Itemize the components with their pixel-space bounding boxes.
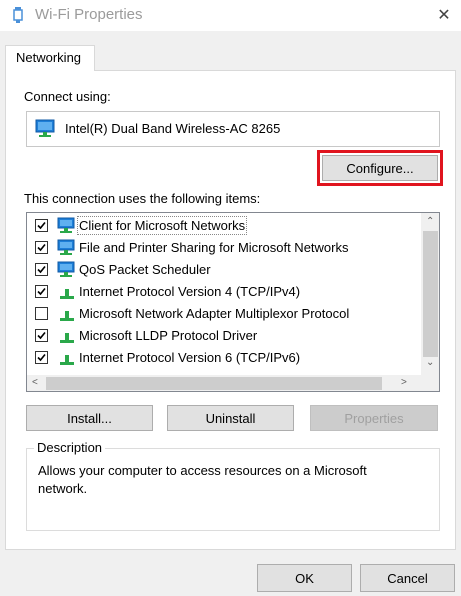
list-item[interactable]: Microsoft Network Adapter Multiplexor Pr… [27, 303, 421, 325]
scroll-left-icon[interactable]: < [32, 378, 38, 388]
horizontal-scroll-thumb[interactable] [46, 377, 382, 390]
protocol-icon [57, 305, 77, 323]
protocol-icon [57, 283, 77, 301]
items-list[interactable]: Client for Microsoft Networks File and Pr… [26, 212, 440, 392]
item-checkbox[interactable] [35, 307, 48, 320]
window-title: Wi-Fi Properties [35, 6, 143, 23]
list-item-label: Microsoft Network Adapter Multiplexor Pr… [79, 306, 350, 321]
protocol-icon [57, 327, 77, 345]
list-item[interactable]: Client for Microsoft Networks [27, 215, 421, 237]
properties-button[interactable]: Properties [310, 405, 438, 431]
item-checkbox[interactable] [35, 263, 48, 276]
scroll-down-icon[interactable]: ⌄ [426, 358, 434, 368]
scrollbar-corner [421, 375, 439, 391]
item-checkbox[interactable] [35, 351, 48, 364]
list-item[interactable]: QoS Packet Scheduler [27, 259, 421, 281]
protocol-icon [57, 349, 77, 367]
install-button[interactable]: Install... [26, 405, 153, 431]
item-checkbox[interactable] [35, 241, 48, 254]
title-bar[interactable]: Wi-Fi Properties ✕ [0, 0, 461, 31]
items-section-label: This connection uses the following items… [24, 191, 261, 206]
item-checkbox[interactable] [35, 329, 48, 342]
scroll-right-icon[interactable]: > [401, 378, 407, 388]
network-client-icon [57, 239, 77, 257]
vertical-scrollbar[interactable]: ⌃ ⌄ [421, 213, 439, 375]
list-item[interactable]: Internet Protocol Version 6 (TCP/IPv6) [27, 347, 421, 369]
cancel-button[interactable]: Cancel [360, 564, 455, 592]
list-item[interactable]: Internet Protocol Version 4 (TCP/IPv4) [27, 281, 421, 303]
network-adapter-icon [35, 119, 57, 142]
list-item-label: Microsoft LLDP Protocol Driver [79, 328, 258, 343]
list-item-label: Internet Protocol Version 6 (TCP/IPv6) [79, 350, 301, 365]
list-item-label: Client for Microsoft Networks [76, 216, 248, 235]
adapter-field: Intel(R) Dual Band Wireless-AC 8265 [26, 111, 440, 147]
close-icon[interactable]: ✕ [432, 4, 456, 26]
item-checkbox[interactable] [35, 219, 48, 232]
horizontal-scrollbar[interactable]: < > [27, 375, 421, 391]
network-client-icon [57, 261, 77, 279]
configure-button[interactable]: Configure... [322, 155, 438, 181]
tab-networking[interactable]: Networking [5, 45, 95, 71]
wifi-adapter-icon [12, 7, 24, 23]
network-client-icon [57, 217, 77, 235]
scroll-up-icon[interactable]: ⌃ [426, 217, 434, 227]
list-item-label: Internet Protocol Version 4 (TCP/IPv4) [79, 284, 301, 299]
description-title: Description [34, 440, 106, 455]
adapter-name: Intel(R) Dual Band Wireless-AC 8265 [65, 121, 281, 136]
vertical-scroll-thumb[interactable] [423, 231, 438, 357]
uninstall-button[interactable]: Uninstall [167, 405, 294, 431]
list-item[interactable]: File and Printer Sharing for Microsoft N… [27, 237, 421, 259]
wifi-properties-window: Wi-Fi Properties ✕ Networking Connect us… [0, 0, 461, 596]
list-item[interactable]: Microsoft LLDP Protocol Driver [27, 325, 421, 347]
item-checkbox[interactable] [35, 285, 48, 298]
description-text: Allows your computer to access resources… [38, 463, 367, 496]
list-item-label: File and Printer Sharing for Microsoft N… [79, 240, 349, 255]
list-item-label: QoS Packet Scheduler [79, 262, 211, 277]
ok-button[interactable]: OK [257, 564, 352, 592]
connect-using-label: Connect using: [24, 89, 111, 104]
